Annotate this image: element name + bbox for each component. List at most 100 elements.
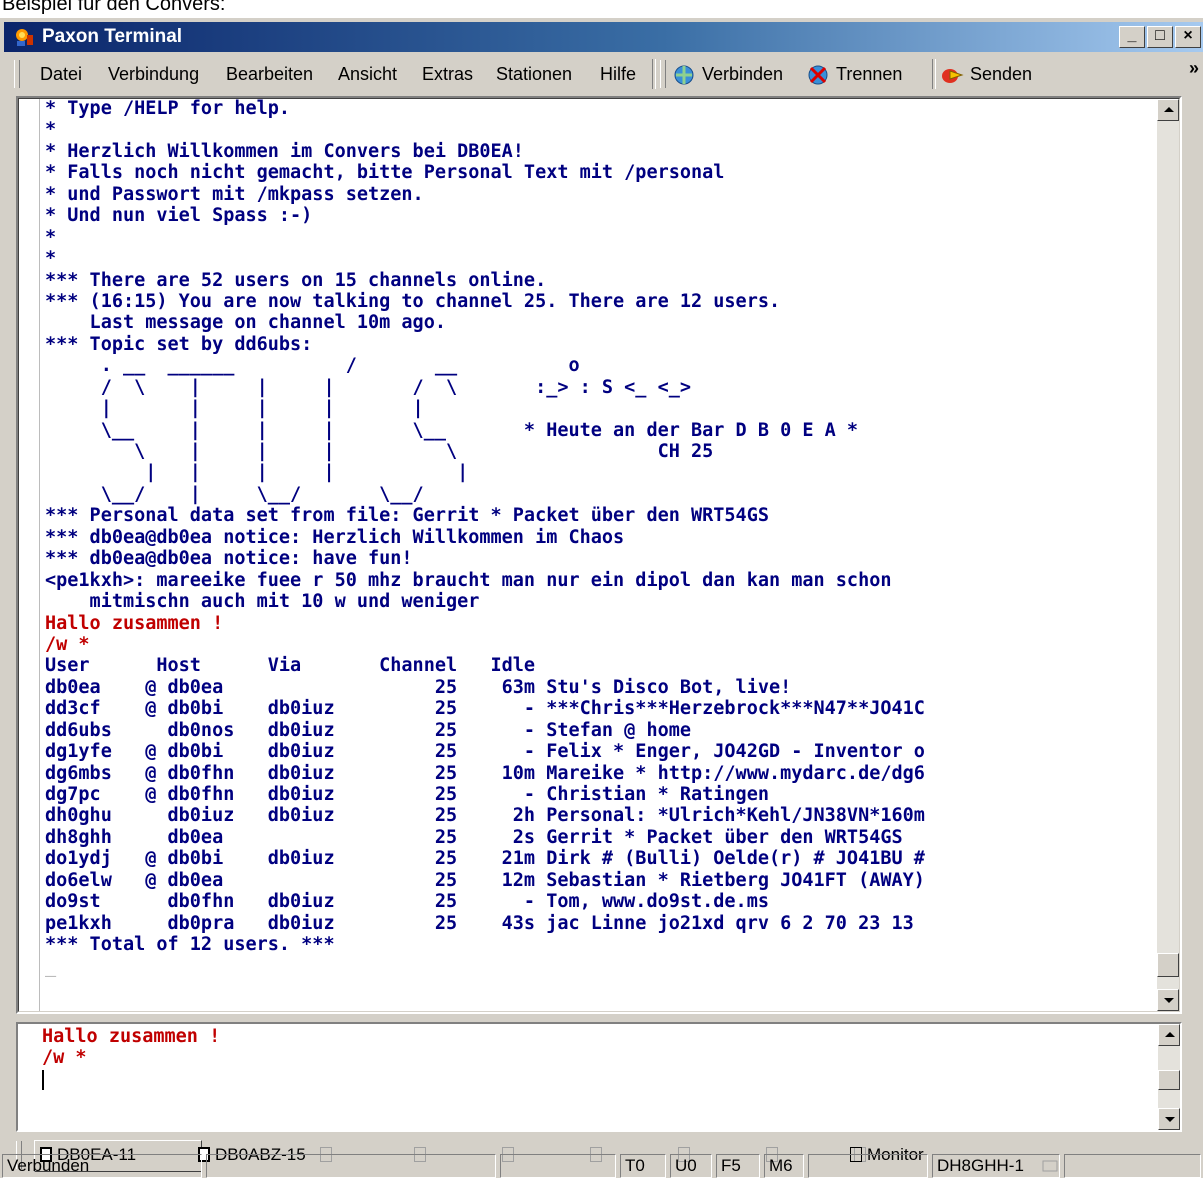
terminal-lines: * Type /HELP for help. * * Herzlich Willko… [45, 98, 925, 977]
input-editor[interactable]: Hallo zusammen !/w * [16, 1022, 1182, 1132]
terminal-line: \__/ | \__/ \__/ [45, 483, 424, 505]
terminal-line: | | | | | [45, 398, 424, 420]
terminal-line: * [45, 248, 57, 270]
terminal-line: * Type /HELP for help. [45, 98, 291, 119]
menu-hilfe[interactable]: Hilfe [600, 56, 636, 92]
status-panel-3 [500, 1154, 616, 1178]
terminal-line: \__ | | | \__ * Heute an der Bar D B 0 E… [45, 419, 859, 441]
paxon-window: Paxon Terminal _ □ × Datei Verbindung Be… [0, 18, 1203, 1178]
terminal-line: dh0ghu db0iuz db0iuz 25 2h Personal: *Ul… [45, 805, 925, 827]
terminal-line: *** Total of 12 users. *** [45, 934, 335, 956]
input-scroll-down-button[interactable] [1158, 1108, 1180, 1130]
terminal-line: * [45, 119, 57, 141]
terminal-line: *** Personal data set from file: Gerrit … [45, 505, 769, 527]
status-bar: Verbunden T0 U0 F5 M6 DH8GHH-1 [0, 1154, 1203, 1178]
menu-bar: Datei Verbindung Bearbeiten Ansicht Extr… [4, 56, 1203, 92]
terminal-line: * und Passwort mit /mkpass setzen. [45, 183, 424, 205]
terminal-output[interactable]: * Type /HELP for help. * * Herzlich Willko… [16, 96, 1182, 1014]
title-bar[interactable]: Paxon Terminal _ □ × [4, 22, 1203, 52]
scroll-up-button[interactable] [1157, 99, 1179, 121]
input-scrollbar[interactable] [1158, 1024, 1180, 1130]
terminal-line: * [45, 226, 57, 248]
terminal-line: do1ydj @ db0bi db0iuz 25 21m Dirk # (Bul… [45, 848, 925, 870]
status-callsign: DH8GHH-1 [932, 1154, 1060, 1178]
status-u: U0 [670, 1154, 712, 1178]
toolbar-separator-2 [932, 59, 936, 89]
input-line: /w * [42, 1047, 87, 1069]
terminal-line: do9st db0fhn db0iuz 25 - Tom, www.do9st.… [45, 891, 769, 913]
disconnect-button[interactable]: Trennen [806, 56, 902, 92]
terminal-margin [39, 99, 40, 1011]
arrow-down-icon [1165, 1117, 1175, 1122]
terminal-line: /w * [45, 633, 90, 655]
menu-datei[interactable]: Datei [40, 56, 82, 92]
terminal-line: *** db0ea@db0ea notice: Herzlich Willkom… [45, 526, 625, 548]
terminal-line: \ | | | \ CH 25 [45, 441, 714, 462]
close-button[interactable]: × [1175, 26, 1201, 48]
terminal-line: Hallo zusammen ! [45, 612, 224, 634]
scroll-down-button[interactable] [1157, 989, 1179, 1011]
arrow-up-icon [1164, 107, 1174, 112]
input-scroll-up-button[interactable] [1158, 1024, 1180, 1046]
terminal-line: Last message on channel 10m ago. [45, 312, 446, 334]
terminal-line: dd6ubs db0nos db0iuz 25 - Stefan @ home [45, 719, 692, 741]
link-indicator-icon [1042, 1160, 1058, 1172]
terminal-line: | | | | | [45, 462, 469, 484]
terminal-line: mitmischn auch mit 10 w und weniger [45, 591, 480, 613]
terminal-line: . __ ______ / __ o [45, 355, 580, 377]
menu-grip [14, 60, 20, 88]
terminal-line: * Herzlich Willkommen im Convers bei DB0… [45, 140, 524, 162]
input-lines: Hallo zusammen !/w * [42, 1026, 220, 1069]
terminal-line: *** (16:15) You are now talking to chann… [45, 290, 781, 312]
status-f: F5 [716, 1154, 760, 1178]
arrow-up-icon [1165, 1032, 1175, 1037]
terminal-scrollbar[interactable] [1157, 99, 1179, 1011]
terminal-line: *** There are 52 users on 15 channels on… [45, 269, 547, 291]
terminal-line: pe1kxh db0pra db0iuz 25 43s jac Linne jo… [45, 912, 914, 934]
terminal-line: / \ | | | / \ :_> : S <_ <_> [45, 376, 692, 398]
menu-verbindung[interactable]: Verbindung [108, 56, 199, 92]
app-icon [16, 29, 33, 46]
menu-stationen[interactable]: Stationen [496, 56, 572, 92]
terminal-line: dg6mbs @ db0fhn db0iuz 25 10m Mareike * … [45, 762, 925, 784]
send-button[interactable]: Senden [940, 56, 1032, 92]
menu-ansicht[interactable]: Ansicht [338, 56, 397, 92]
send-icon [942, 69, 964, 84]
status-m: M6 [764, 1154, 804, 1178]
terminal-line: User Host Via Channel Idle [45, 655, 536, 677]
terminal-line: dg7pc @ db0fhn db0iuz 25 - Christian * R… [45, 784, 769, 805]
terminal-line: dd3cf @ db0bi db0iuz 25 - ***Chris***Her… [45, 698, 925, 720]
terminal-line: db0ea @ db0ea 25 63m Stu's Disco Bot, li… [45, 676, 792, 698]
status-connection: Verbunden [2, 1154, 202, 1178]
status-panel-last [1064, 1154, 1201, 1178]
minimize-button[interactable]: _ [1119, 26, 1145, 48]
page-caption: Beispiel für den Convers: [2, 0, 226, 15]
window-title: Paxon Terminal [42, 26, 183, 47]
input-scroll-thumb[interactable] [1158, 1070, 1180, 1090]
status-t: T0 [620, 1154, 666, 1178]
toolbar-grip [660, 60, 666, 88]
maximize-button[interactable]: □ [1147, 26, 1173, 48]
status-panel-2 [206, 1154, 496, 1178]
terminal-line: dg1yfe @ db0bi db0iuz 25 - Felix * Enger… [45, 741, 925, 763]
connect-icon [674, 65, 694, 85]
toolbar-separator [652, 59, 656, 89]
terminal-line: * Falls noch nicht gemacht, bitte Person… [45, 162, 725, 184]
connect-button[interactable]: Verbinden [672, 56, 783, 92]
text-caret [42, 1070, 44, 1090]
terminal-line: _ [45, 955, 57, 977]
terminal-line: do6elw @ db0ea 25 12m Sebastian * Rietbe… [45, 869, 925, 891]
menu-extras[interactable]: Extras [422, 56, 473, 92]
scroll-thumb[interactable] [1157, 953, 1179, 977]
toolbar-overflow-chevron[interactable]: » [1189, 50, 1199, 86]
terminal-line: *** db0ea@db0ea notice: have fun! [45, 548, 413, 570]
arrow-down-icon [1164, 998, 1174, 1003]
terminal-line: <pe1kxh>: mareeike fuee r 50 mhz braucht… [45, 569, 892, 591]
terminal-line: dh8ghh db0ea 25 2s Gerrit * Packet über … [45, 826, 903, 848]
terminal-line: *** Topic set by dd6ubs: [45, 333, 313, 355]
terminal-line: * Und nun viel Spass :-) [45, 205, 313, 227]
disconnect-icon [808, 65, 828, 85]
menu-bearbeiten[interactable]: Bearbeiten [226, 56, 313, 92]
input-line: Hallo zusammen ! [42, 1026, 221, 1047]
status-panel-8 [808, 1154, 928, 1178]
